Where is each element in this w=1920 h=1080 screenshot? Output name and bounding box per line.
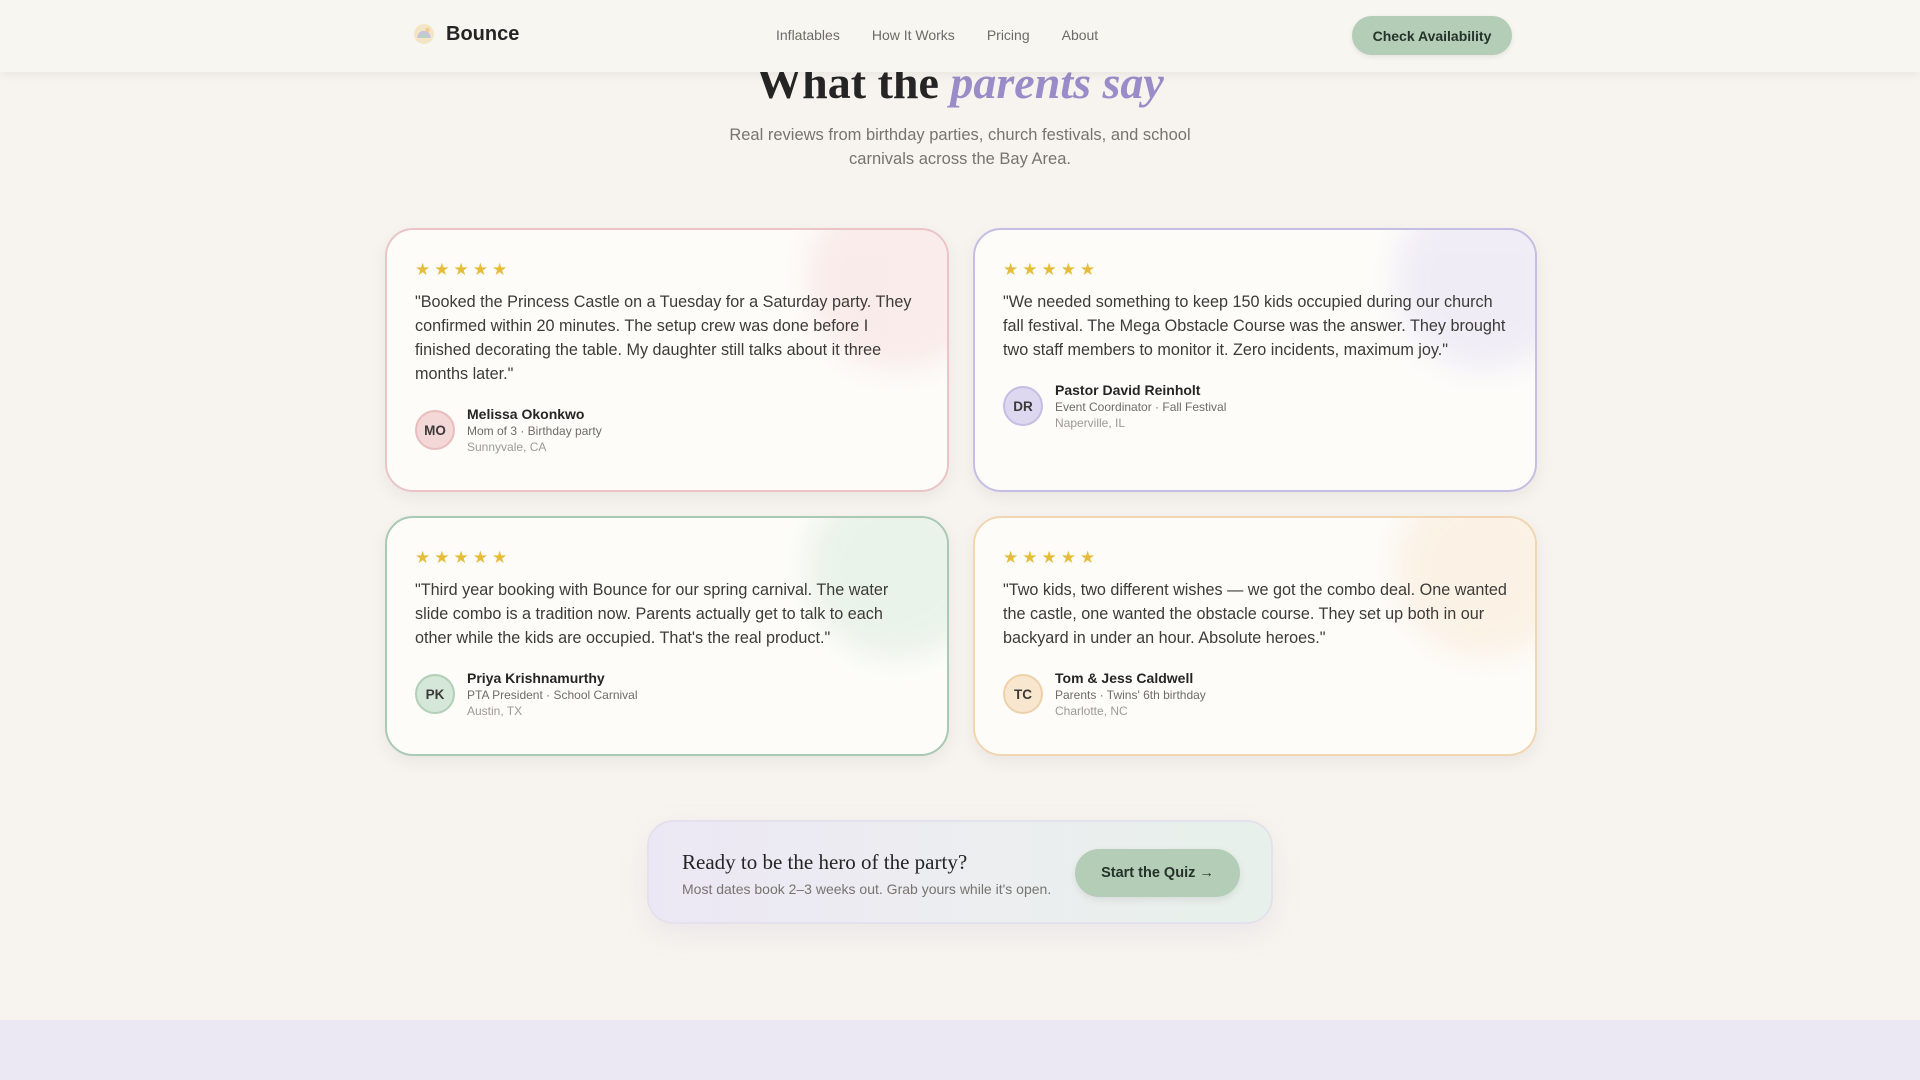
author-location: Charlotte, NC — [1055, 704, 1128, 718]
review-author: PK Priya Krishnamurthy PTA President · S… — [415, 669, 919, 719]
review-quote: "Two kids, two different wishes — we got… — [1003, 581, 1507, 647]
nav-link-pricing[interactable]: Pricing — [987, 27, 1030, 43]
author-name: Pastor David Reinholt — [1055, 382, 1201, 398]
author-role: Parents · Twins' 6th birthday — [1055, 688, 1206, 702]
cta-title: Ready to be the hero of the party? — [682, 850, 968, 874]
review-author: DR Pastor David Reinholt Event Coordinat… — [1003, 381, 1507, 431]
star-icon: ★ — [1080, 259, 1096, 279]
star-icon: ★ — [453, 259, 469, 279]
author-name: Tom & Jess Caldwell — [1055, 670, 1194, 686]
nav-link-how-it-works[interactable]: How It Works — [872, 27, 955, 43]
main-nav: Inflatables How It Works Pricing About — [776, 27, 1098, 43]
author-location: Naperville, IL — [1055, 416, 1126, 430]
author-role: Event Coordinator · Fall Festival — [1055, 400, 1227, 414]
star-icon: ★ — [492, 547, 508, 567]
star-rating: ★ ★ ★ ★ ★ — [415, 258, 919, 280]
author-location: Austin, TX — [467, 704, 523, 718]
star-icon: ★ — [1022, 547, 1038, 567]
star-icon: ★ — [1041, 259, 1057, 279]
review-card-caldwell: ★ ★ ★ ★ ★ "Two kids, two different wishes — … — [973, 516, 1537, 756]
star-icon: ★ — [415, 259, 431, 279]
review-card-priya: ★ ★ ★ ★ ★ "Third year booking with Bounce fo… — [385, 516, 949, 756]
start-quiz-button[interactable]: Start the Quiz → — [1075, 849, 1240, 897]
star-icon: ★ — [434, 259, 450, 279]
review-card-melissa: ★ ★ ★ ★ ★ "Booked the Princess Castle on a T… — [385, 228, 949, 492]
review-quote: "We needed something to keep 150 kids oc… — [1003, 293, 1506, 359]
check-availability-button[interactable]: Check Availability — [1352, 16, 1512, 55]
review-author: TC Tom & Jess Caldwell Parents · Twins' … — [1003, 669, 1507, 719]
quiz-cta-banner: Ready to be the hero of the party? Most … — [647, 820, 1273, 924]
brand-name: Bounce — [446, 22, 520, 45]
star-icon: ★ — [1003, 547, 1019, 567]
star-icon: ★ — [453, 547, 469, 567]
star-icon: ★ — [1060, 547, 1076, 567]
star-icon: ★ — [415, 547, 431, 567]
star-icon: ★ — [1003, 259, 1019, 279]
nav-link-inflatables[interactable]: Inflatables — [776, 27, 840, 43]
review-card-david: ★ ★ ★ ★ ★ "We needed something to keep 150 k… — [973, 228, 1537, 492]
top-navigation-bar: Bounce Inflatables How It Works Pricing … — [0, 0, 1920, 72]
section-subtitle-line-1: Real reviews from birthday parties, chur… — [729, 126, 1191, 144]
star-rating: ★ ★ ★ ★ ★ — [1003, 546, 1507, 568]
nav-link-about[interactable]: About — [1062, 27, 1099, 43]
star-icon: ★ — [472, 259, 488, 279]
star-icon: ★ — [492, 259, 508, 279]
review-quote: "Booked the Princess Castle on a Tuesday… — [415, 293, 912, 383]
star-rating: ★ ★ ★ ★ ★ — [415, 546, 919, 568]
star-icon: ★ — [1080, 547, 1096, 567]
section-subtitle-line-2: carnivals across the Bay Area. — [849, 150, 1071, 168]
review-quote: "Third year booking with Bounce for our … — [415, 581, 889, 647]
star-icon: ★ — [1022, 259, 1038, 279]
footer-band — [0, 1020, 1920, 1080]
bounce-house-logo-icon — [412, 22, 436, 46]
star-icon: ★ — [472, 547, 488, 567]
avatar: MO — [415, 410, 455, 450]
review-author: MO Melissa Okonkwo Mom of 3 · Birthday p… — [415, 405, 919, 455]
star-icon: ★ — [434, 547, 450, 567]
cta-subtitle: Most dates book 2–3 weeks out. Grab your… — [682, 881, 1052, 897]
author-location: Sunnyvale, CA — [467, 440, 547, 454]
author-role: Mom of 3 · Birthday party — [467, 424, 602, 438]
avatar: DR — [1003, 386, 1043, 426]
avatar: PK — [415, 674, 455, 714]
author-name: Melissa Okonkwo — [467, 406, 585, 422]
author-role: PTA President · School Carnival — [467, 688, 638, 702]
author-name: Priya Krishnamurthy — [467, 670, 605, 686]
section-subtitle: Real reviews from birthday parties, chur… — [0, 123, 1920, 171]
avatar: TC — [1003, 674, 1043, 714]
star-icon: ★ — [1041, 547, 1057, 567]
brand[interactable]: Bounce — [412, 22, 519, 46]
star-rating: ★ ★ ★ ★ ★ — [1003, 258, 1507, 280]
star-icon: ★ — [1060, 259, 1076, 279]
